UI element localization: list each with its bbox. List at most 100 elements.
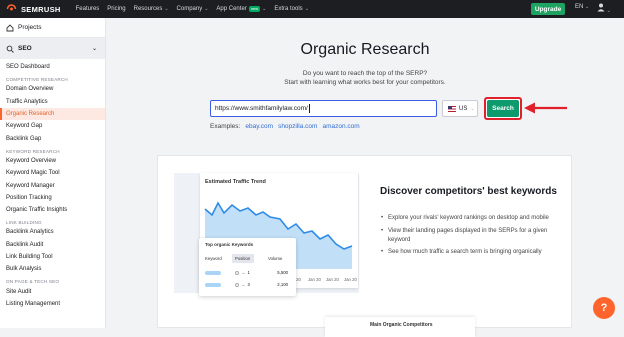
chevron-down-icon: ⌄ [585, 4, 590, 10]
nav-company-label: Company [176, 6, 203, 12]
feature-bullet: See how much traffic a search term is br… [380, 248, 560, 257]
nav-app-center-label: App Center [216, 6, 247, 12]
position-column-header: Position [235, 256, 251, 261]
chevron-down-icon: ⌄ [91, 46, 97, 52]
sidebar-item-keyword-gap[interactable]: Keyword Gap [0, 120, 105, 132]
arrow-right-icon: → [241, 282, 246, 287]
sidebar-seo-toggle[interactable]: SEO ⌄ [0, 38, 105, 59]
sidebar-projects-label: Projects [18, 24, 42, 31]
annotation-arrow-icon [524, 102, 567, 114]
volume-value: 2,100 [277, 282, 288, 287]
domain-search-value: https://www.smithfamilylaw.com/ [215, 105, 308, 112]
volume-column-header: Volume [268, 256, 283, 261]
page-subtitle-2: Start with learning what works best for … [284, 79, 446, 86]
semrush-logo[interactable]: SEMRUSH [6, 4, 61, 14]
sidebar-item-seo-dashboard[interactable]: SEO Dashboard [0, 61, 105, 73]
us-flag-icon [448, 105, 456, 112]
sidebar-item-backlink-gap[interactable]: Backlink Gap [0, 132, 105, 144]
sidebar-item-keyword-magic-tool[interactable]: Keyword Magic Tool [0, 167, 105, 179]
x-axis-label: Jan 20 [344, 277, 357, 282]
sidebar-item-domain-overview[interactable]: Domain Overview [0, 83, 105, 95]
sidebar-item-keyword-manager[interactable]: Keyword Manager [0, 179, 105, 191]
feature-bullet: View their landing pages displayed in th… [380, 227, 560, 245]
sidebar-item-position-tracking[interactable]: Position Tracking [0, 192, 105, 204]
domain-search-input[interactable]: https://www.smithfamilylaw.com/ [210, 100, 437, 117]
arrow-right-icon: → [241, 270, 246, 275]
nav-extra-tools-label: Extra tools [274, 6, 303, 12]
upgrade-button[interactable]: Upgrade [531, 3, 565, 15]
page-subtitle-1: Do you want to reach the top of the SERP… [302, 70, 428, 77]
language-label: EN [575, 4, 584, 10]
new-badge: new [248, 6, 261, 12]
sidebar-item-organic-research[interactable]: Organic Research [0, 107, 105, 121]
volume-value: 5,500 [277, 270, 288, 275]
nav-app-center[interactable]: App Center new ⌄ [216, 6, 266, 12]
main-content: Organic Research Do you want to reach th… [106, 18, 624, 337]
page-title: Organic Research [300, 41, 430, 58]
nav-pricing[interactable]: Pricing [107, 6, 125, 12]
sidebar-item-link-building-tool[interactable]: Link Building Tool [0, 251, 105, 263]
feature-list: Explore your rivals' keyword rankings on… [380, 214, 560, 261]
text-cursor [308, 104, 310, 113]
sidebar-item-listing-management[interactable]: Listing Management [0, 298, 105, 310]
serp-feature-icon [235, 282, 239, 287]
nav-pricing-label: Pricing [107, 6, 126, 12]
feature-promo-card: Estimated Traffic Trend Jan 20 Jan 20 Ja… [157, 155, 572, 328]
promo-illustration: Estimated Traffic Trend Jan 20 Jan 20 Ja… [174, 173, 359, 296]
feature-bullet: Explore your rivals' keyword rankings on… [380, 214, 560, 223]
user-menu[interactable]: ⌄ [597, 3, 611, 14]
seo-icon [6, 45, 14, 53]
brand-name: SEMRUSH [21, 4, 61, 14]
example-link-ebay[interactable]: ebay.com [245, 123, 273, 130]
table-row: → 1 5,500 [205, 268, 291, 277]
nav-features[interactable]: Features [76, 6, 100, 12]
serp-feature-icon [235, 270, 239, 275]
chevron-down-icon: ⌄ [606, 8, 611, 14]
chevron-down-icon: ⌄ [204, 6, 209, 12]
competitors-preview-card: Main Organic Competitors [325, 317, 475, 337]
search-button-highlight[interactable]: Search [484, 97, 522, 120]
sidebar-section-keyword-research: KEYWORD RESEARCH [6, 148, 60, 154]
sidebar-section-on-page-tech-seo: ON PAGE & TECH SEO [6, 279, 60, 285]
help-button[interactable]: ? [593, 297, 615, 319]
main-nav: Features Pricing Resources ⌄ Company ⌄ App… [76, 6, 309, 12]
examples-label: Examples: [210, 123, 241, 130]
position-value: 1 [247, 270, 250, 275]
language-selector[interactable]: EN ⌄ [575, 4, 589, 10]
examples-row: Examples: ebay.com shopzilla.com amazon.… [210, 123, 360, 130]
x-axis-label: Jan 20 [326, 277, 339, 282]
sidebar-item-bulk-analysis[interactable]: Bulk Analysis [0, 263, 105, 275]
search-button[interactable]: Search [487, 100, 519, 117]
nav-company[interactable]: Company ⌄ [177, 6, 209, 12]
top-keywords-card: Top organic Keywords Keyword Position Vo… [199, 238, 296, 296]
keyword-column-header: Keyword [205, 256, 222, 261]
sidebar-item-backlink-audit[interactable]: Backlink Audit [0, 239, 105, 251]
nav-extra-tools[interactable]: Extra tools ⌄ [274, 6, 309, 12]
sidebar-section-competitive-research: COMPETITIVE RESEARCH [6, 77, 68, 83]
chevron-down-icon: ⌄ [164, 6, 169, 12]
chevron-down-icon: ⌄ [262, 6, 267, 12]
top-navigation-bar: SEMRUSH Features Pricing Resources ⌄ Comp… [0, 0, 624, 18]
example-link-shopzilla[interactable]: shopzilla.com [278, 123, 317, 130]
chevron-down-icon: ⌄ [304, 6, 309, 12]
sidebar-item-site-audit[interactable]: Site Audit [0, 285, 105, 297]
sidebar: Projects SEO ⌄ SEO Dashboard COMPETITIVE… [0, 18, 106, 328]
sidebar-item-keyword-overview[interactable]: Keyword Overview [0, 155, 105, 167]
user-icon [597, 3, 605, 12]
sidebar-item-traffic-analytics[interactable]: Traffic Analytics [0, 96, 105, 108]
x-axis-label: Jan 20 [308, 277, 321, 282]
sidebar-item-backlink-analytics[interactable]: Backlink Analytics [0, 226, 105, 238]
country-select[interactable]: US ⌄ [442, 100, 478, 117]
nav-resources-label: Resources [133, 6, 163, 12]
home-icon [6, 23, 14, 31]
competitors-preview-title: Main Organic Competitors [370, 322, 433, 328]
sidebar-item-organic-traffic-insights[interactable]: Organic Traffic Insights [0, 204, 105, 216]
keyword-placeholder [205, 282, 221, 287]
chevron-down-icon: ⌄ [470, 105, 475, 112]
feature-heading: Discover competitors' best keywords [380, 186, 557, 197]
sidebar-seo-label: SEO [18, 45, 32, 52]
traffic-trend-title: Estimated Traffic Trend [205, 179, 266, 185]
example-link-amazon[interactable]: amazon.com [322, 123, 359, 130]
nav-resources[interactable]: Resources ⌄ [134, 6, 169, 12]
sidebar-projects[interactable]: Projects [0, 18, 105, 38]
